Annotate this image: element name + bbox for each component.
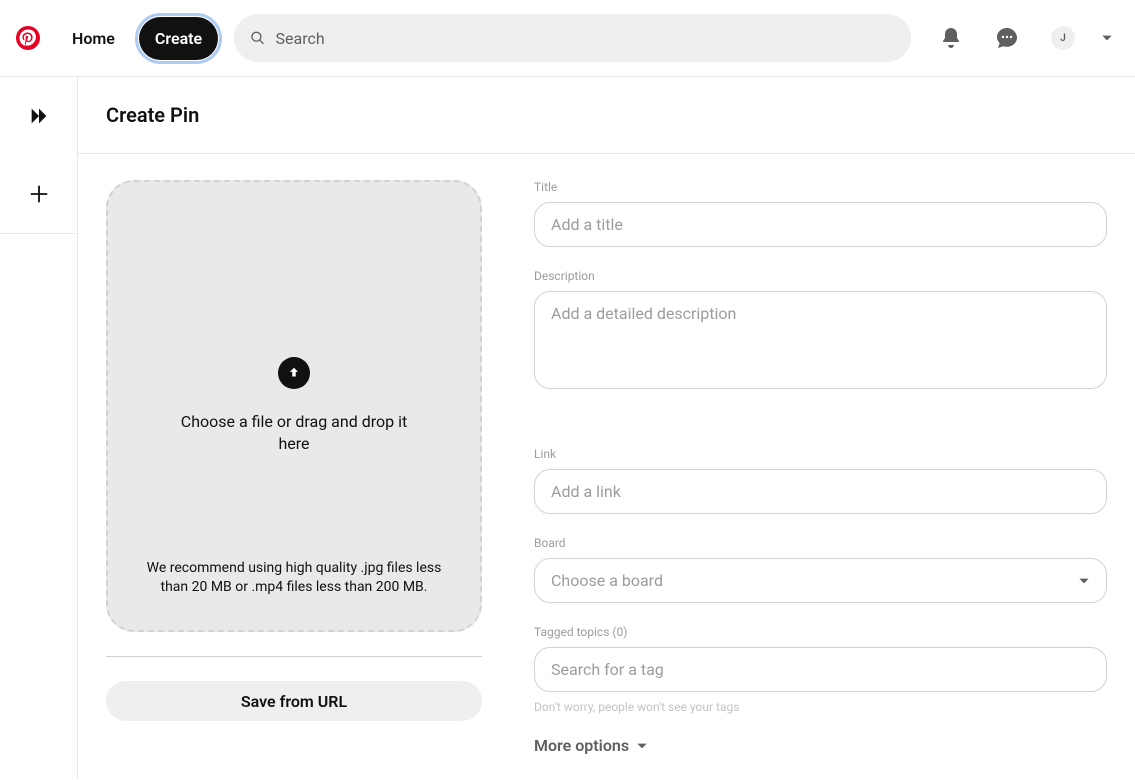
search-input[interactable] [276, 29, 895, 48]
tags-input[interactable] [534, 647, 1107, 692]
description-label: Description [534, 269, 1107, 283]
page-title: Create Pin [106, 103, 1107, 127]
sidebar-add-button[interactable] [0, 155, 78, 233]
save-from-url-button[interactable]: Save from URL [106, 681, 482, 721]
file-drop-zone[interactable]: Choose a file or drag and drop it here W… [106, 180, 482, 632]
plus-icon [28, 183, 50, 205]
sidebar-divider [0, 233, 78, 234]
title-input[interactable] [534, 202, 1107, 247]
divider [106, 656, 482, 657]
search-icon [250, 30, 265, 46]
drop-zone-text: Choose a file or drag and drop it here [174, 411, 414, 456]
sidebar [0, 77, 78, 779]
sidebar-expand-button[interactable] [0, 77, 78, 155]
recommend-text: We recommend using high quality .jpg fil… [132, 559, 456, 598]
bell-icon [939, 26, 963, 50]
messages-button[interactable] [983, 14, 1031, 62]
pinterest-logo-icon[interactable] [16, 26, 40, 50]
more-options-toggle[interactable]: More options [534, 736, 1107, 755]
double-chevron-right-icon [28, 105, 50, 127]
board-select[interactable]: Choose a board [534, 558, 1107, 603]
link-label: Link [534, 447, 1107, 461]
board-label: Board [534, 536, 1107, 550]
chevron-down-icon [1100, 31, 1114, 45]
description-input[interactable] [534, 291, 1107, 389]
header: Home Create J [0, 0, 1135, 77]
profile-button[interactable]: J [1039, 14, 1087, 62]
avatar: J [1051, 26, 1075, 50]
page-header: Create Pin [78, 77, 1135, 154]
tags-helper-text: Don't worry, people won't see your tags [534, 700, 1107, 714]
accounts-dropdown-button[interactable] [1095, 14, 1119, 62]
chat-icon [995, 26, 1019, 50]
link-input[interactable] [534, 469, 1107, 514]
upload-icon [278, 357, 310, 389]
main-content: Create Pin Choose a file or drag and dro… [78, 77, 1135, 779]
chevron-down-icon [635, 739, 649, 753]
search-bar[interactable] [234, 14, 911, 62]
title-label: Title [534, 180, 1107, 194]
more-options-label: More options [534, 736, 629, 755]
tags-label: Tagged topics (0) [534, 625, 1107, 639]
notifications-button[interactable] [927, 14, 975, 62]
create-nav-button[interactable]: Create [139, 17, 218, 60]
home-nav-button[interactable]: Home [56, 17, 131, 60]
